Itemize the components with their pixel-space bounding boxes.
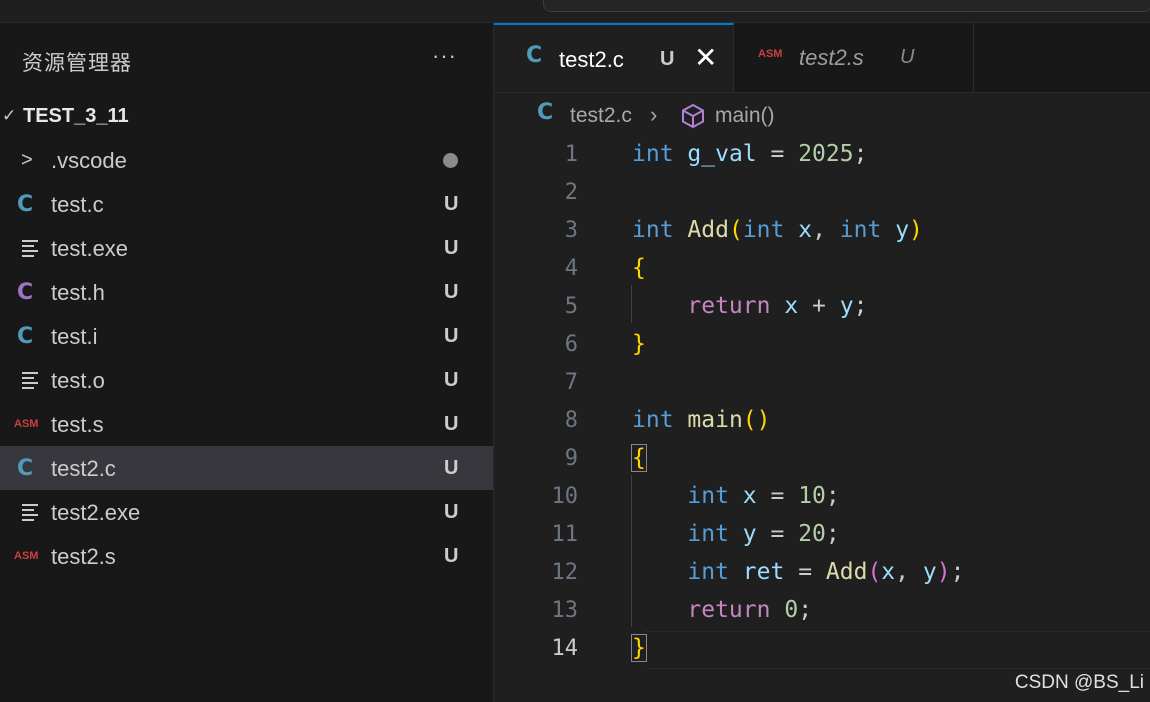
breadcrumb-symbol[interactable]: main() [715,104,775,128]
file-item-test-c[interactable]: C test.c U [0,182,493,226]
chevron-right-icon: > [21,148,33,171]
code-editor[interactable]: 1 2 3 4 5 6 7 8 9 10 11 12 13 14 int g_v… [494,137,1150,702]
breadcrumb-file[interactable]: test2.c [570,104,632,128]
editor-tab-bar: C test2.c U ✕ ASM test2.s U [494,23,1150,93]
file-item-test2-s[interactable]: ASM test2.s U [0,534,493,578]
asm-icon: ASM [758,48,783,60]
git-status-badge: U [444,413,459,435]
close-icon[interactable]: ✕ [694,41,717,74]
line-number: 6 [564,332,578,357]
asm-icon: ASM [14,550,39,562]
code-line-6: } [632,331,646,357]
tab-label: test2.c [559,47,624,72]
explorer-title: 资源管理器 [22,51,132,75]
c-header-icon: C [17,279,34,305]
git-status-badge: U [444,545,459,567]
file-name: test2.s [51,544,116,569]
code-line-4: { [632,255,646,281]
file-name: test.h [51,280,105,305]
code-line-8: int main() [632,407,771,433]
line-number: 9 [564,446,578,471]
text-lines-icon [17,358,43,402]
tab-test2-c[interactable]: C test2.c U ✕ [494,23,734,92]
file-name: test.s [51,412,104,437]
code-line-9: { [631,444,647,472]
file-item-test-i[interactable]: C test.i U [0,314,493,358]
line-number: 13 [551,598,579,623]
workspace-folder[interactable]: ✓ TEST_3_11 [0,101,493,133]
git-status-badge: U [444,325,459,347]
line-number: 2 [564,180,578,205]
file-name: .vscode [51,148,127,173]
line-number: 1 [564,142,578,167]
tab-test2-s[interactable]: ASM test2.s U [735,23,974,92]
file-name: test.c [51,192,104,217]
line-number-active: 14 [551,636,579,661]
code-line-1: int g_val = 2025; [632,141,868,167]
text-lines-icon [17,490,43,534]
file-name: test.exe [51,236,129,261]
file-name: test.o [51,368,105,393]
c-file-icon: C [17,191,34,217]
git-status-badge: U [900,46,915,68]
c-file-icon: C [17,323,34,349]
watermark-text: CSDN @BS_Li [1014,672,1144,693]
explorer-sidebar: 资源管理器 ··· ✓ TEST_3_11 > .vscode C test.c… [0,23,494,702]
file-item-test2-c[interactable]: C test2.c U [0,446,493,490]
tab-label: test2.s [799,45,864,70]
file-item-test-exe[interactable]: test.exe U [0,226,493,270]
text-lines-icon [17,226,43,270]
file-item-test-h[interactable]: C test.h U [0,270,493,314]
line-number: 5 [564,294,578,319]
file-item-test-o[interactable]: test.o U [0,358,493,402]
command-center-search[interactable] [543,0,1150,12]
code-line-3: int Add(int x, int y) [632,217,923,243]
current-line-highlight [644,631,1150,669]
git-status-badge: U [444,501,459,523]
line-number: 4 [564,256,578,281]
code-line-12: int ret = Add(x, y); [687,559,965,585]
code-line-14: } [631,634,647,662]
git-status-badge: U [444,193,459,215]
line-number: 7 [564,370,578,395]
git-status-badge: U [444,457,459,479]
code-line-5: return x + y; [687,293,868,319]
c-file-icon: C [17,455,34,481]
git-status-badge: U [444,369,459,391]
line-number: 12 [551,560,579,585]
file-item-vscode[interactable]: > .vscode [0,138,493,182]
git-status-badge: U [444,237,459,259]
file-item-test2-exe[interactable]: test2.exe U [0,490,493,534]
code-line-13: return 0; [687,597,813,623]
chevron-down-icon: ✓ [2,106,17,125]
more-actions-button[interactable]: ··· [432,43,457,69]
line-number: 10 [551,484,579,509]
line-number: 3 [564,218,578,243]
file-name: test.i [51,324,98,349]
title-bar [0,0,1150,23]
file-item-test-s[interactable]: ASM test.s U [0,402,493,446]
code-line-11: int y = 20; [687,521,840,547]
file-name: test2.c [51,456,116,481]
code-line-10: int x = 10; [687,483,840,509]
c-file-icon: C [526,43,543,68]
line-number: 11 [551,522,579,547]
folder-name: TEST_3_11 [23,105,129,127]
chevron-right-icon: › [650,102,658,127]
line-number: 8 [564,408,578,433]
c-file-icon: C [537,100,554,125]
modified-dot-icon [443,153,458,168]
asm-icon: ASM [14,418,39,430]
git-status-badge: U [444,281,459,303]
method-cube-icon [680,103,706,134]
file-name: test2.exe [51,500,141,525]
breadcrumb: C test2.c › main() [494,93,1150,137]
git-status-badge: U [660,48,675,70]
